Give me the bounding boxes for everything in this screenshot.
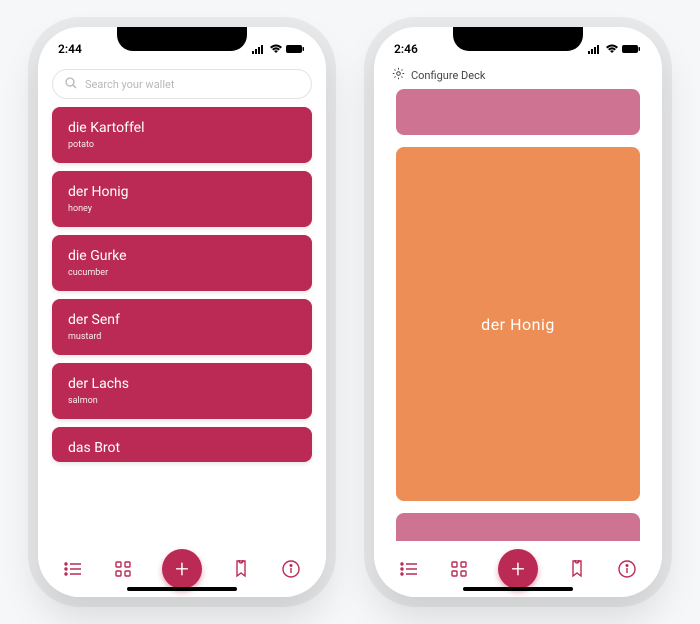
tab-grid[interactable] — [448, 558, 470, 580]
card-title: das Brot — [68, 440, 296, 456]
search-icon — [65, 77, 77, 92]
tab-bookmark[interactable] — [230, 558, 252, 580]
list-item[interactable]: die Gurke cucumber — [52, 235, 312, 291]
tab-bookmark[interactable] — [566, 558, 588, 580]
card-subtitle: potato — [68, 140, 296, 150]
battery-icon — [286, 44, 306, 54]
wifi-icon — [605, 44, 619, 54]
tab-list[interactable] — [62, 558, 84, 580]
add-button[interactable]: + — [162, 549, 202, 589]
battery-icon — [622, 44, 642, 54]
add-button[interactable]: + — [498, 549, 538, 589]
search-input[interactable]: Search your wallet — [52, 69, 312, 99]
configure-label: Configure Deck — [411, 69, 485, 82]
tab-bar: + — [38, 541, 326, 597]
plus-icon: + — [175, 555, 189, 583]
status-right — [252, 44, 306, 54]
list-item[interactable]: das Brot — [52, 427, 312, 462]
status-right — [588, 44, 642, 54]
status-time: 2:44 — [58, 42, 82, 56]
gear-icon — [392, 67, 405, 83]
tab-bar: + — [374, 541, 662, 597]
list-item[interactable]: der Honig honey — [52, 171, 312, 227]
phone-right: 2:46 Configure Deck der Honig — [374, 27, 662, 597]
tab-grid[interactable] — [112, 558, 134, 580]
notch — [453, 27, 583, 51]
home-indicator[interactable] — [127, 587, 237, 591]
list-item[interactable]: der Senf mustard — [52, 299, 312, 355]
card-list[interactable]: die Kartoffel potato der Honig honey die… — [38, 107, 326, 541]
configure-deck-button[interactable]: Configure Deck — [374, 63, 662, 89]
card-subtitle: salmon — [68, 396, 296, 406]
card-title: der Honig — [68, 184, 296, 200]
plus-icon: + — [511, 555, 525, 583]
home-indicator[interactable] — [463, 587, 573, 591]
list-item[interactable]: der Lachs salmon — [52, 363, 312, 419]
card-subtitle: cucumber — [68, 268, 296, 278]
card-title: die Gurke — [68, 248, 296, 264]
status-time: 2:46 — [394, 42, 418, 56]
deck-card-next[interactable] — [396, 513, 640, 541]
notch — [117, 27, 247, 51]
phone-left: 2:44 Search your wallet die Kartoffel po… — [38, 27, 326, 597]
deck-card-current[interactable]: der Honig — [396, 147, 640, 501]
tab-info[interactable] — [280, 558, 302, 580]
card-title: die Kartoffel — [68, 120, 296, 136]
card-subtitle: honey — [68, 204, 296, 214]
card-title: der Senf — [68, 312, 296, 328]
tab-info[interactable] — [616, 558, 638, 580]
deck-card-previous[interactable] — [396, 89, 640, 135]
signal-icon — [252, 44, 266, 54]
wifi-icon — [269, 44, 283, 54]
card-word: der Honig — [481, 315, 555, 334]
list-item[interactable]: die Kartoffel potato — [52, 107, 312, 163]
deck-area[interactable]: der Honig — [374, 89, 662, 541]
card-title: der Lachs — [68, 376, 296, 392]
search-placeholder: Search your wallet — [85, 78, 174, 91]
card-subtitle: mustard — [68, 332, 296, 342]
tab-list[interactable] — [398, 558, 420, 580]
signal-icon — [588, 44, 602, 54]
